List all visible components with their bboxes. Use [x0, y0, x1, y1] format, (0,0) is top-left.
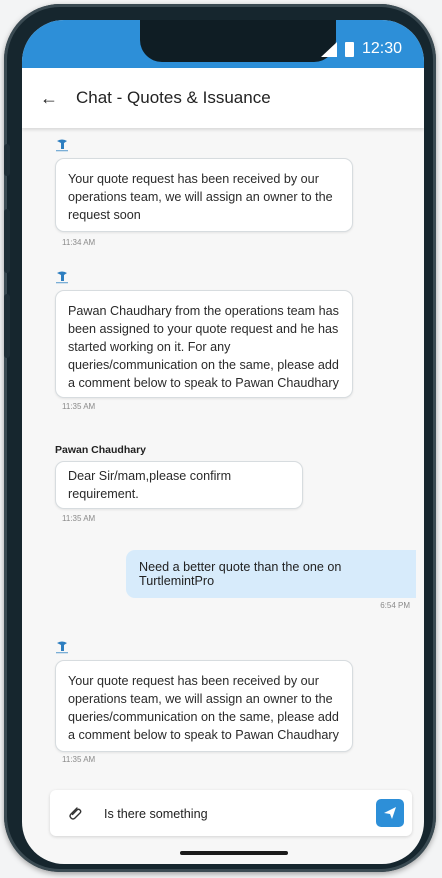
- message-time: 11:34 AM: [62, 238, 96, 247]
- back-arrow-icon[interactable]: ←: [40, 88, 64, 109]
- page-title: Chat - Quotes & Issuance: [76, 88, 271, 107]
- turtlemint-logo-icon: [56, 139, 68, 152]
- screen: 12:30 ← Chat - Quotes & Issuance Your qu…: [22, 20, 424, 864]
- message-bubble: Pawan Chaudhary from the operations team…: [55, 290, 353, 398]
- send-icon: [384, 807, 396, 819]
- paperclip-icon[interactable]: [66, 804, 84, 822]
- volume-up-button: [4, 209, 10, 273]
- message-time: 6:54 PM: [380, 601, 410, 610]
- status-icons: 12:30: [320, 40, 402, 58]
- notch: [140, 20, 336, 62]
- message-time: 11:35 AM: [62, 514, 96, 523]
- status-time: 12:30: [361, 40, 402, 57]
- status-bar: 12:30: [22, 20, 424, 68]
- phone-frame: 12:30 ← Chat - Quotes & Issuance Your qu…: [4, 4, 436, 872]
- side-button: [4, 144, 10, 176]
- message-bubble: Dear Sir/mam,please confirm requirement.: [55, 461, 303, 509]
- volume-down-button: [4, 294, 10, 358]
- message-bubble: Your quote request has been received by …: [55, 660, 353, 752]
- turtlemint-logo-icon: [56, 641, 68, 654]
- message-time: 11:35 AM: [62, 402, 96, 411]
- battery-icon: [344, 41, 354, 57]
- message-composer: [50, 790, 412, 836]
- sender-name: Pawan Chaudhary: [55, 444, 147, 456]
- message-time: 11:35 AM: [62, 755, 96, 764]
- app-bar: ← Chat - Quotes & Issuance: [22, 68, 424, 128]
- message-bubble: Your quote request has been received by …: [55, 158, 353, 232]
- signal-icon: [320, 41, 337, 57]
- home-indicator: [180, 851, 288, 855]
- message-bubble-outgoing: Need a better quote than the one on Turt…: [126, 550, 416, 598]
- turtlemint-logo-icon: [56, 271, 68, 284]
- send-button[interactable]: [376, 799, 404, 827]
- message-input[interactable]: [102, 801, 356, 827]
- chat-thread[interactable]: Your quote request has been received by …: [22, 128, 424, 788]
